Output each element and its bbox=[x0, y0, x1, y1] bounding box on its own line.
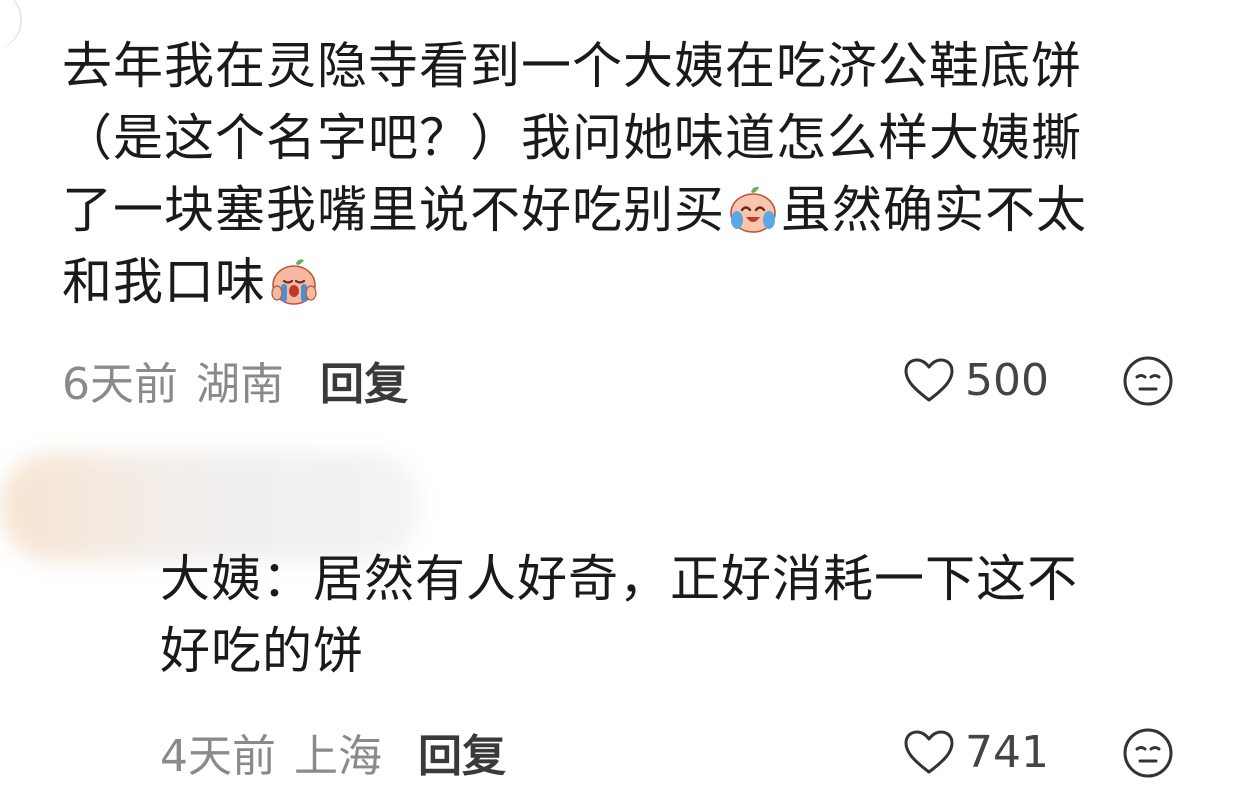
meh-face-icon[interactable] bbox=[1122, 355, 1174, 407]
comment-2-like-button[interactable]: 741 bbox=[903, 722, 1049, 782]
heart-outline-icon bbox=[904, 730, 954, 774]
comment-1-like-count: 500 bbox=[965, 354, 1049, 406]
comment-1-line-4: 和我口味 bbox=[62, 246, 1192, 318]
laughing-crying-emoji-icon bbox=[730, 186, 776, 233]
comment-2-meta: 4天前 上海 回复 bbox=[160, 722, 506, 782]
comment-1-line-3-b: 虽然确实不太 bbox=[781, 181, 1087, 239]
comment-2-line-1: 大姨：居然有人好奇，正好消耗一下这不 bbox=[160, 550, 1078, 608]
comment-1-line-3-a: 了一块塞我嘴里说不好吃别买 bbox=[62, 181, 725, 239]
crying-emoji-icon bbox=[271, 259, 317, 305]
meh-face-icon[interactable] bbox=[1122, 727, 1174, 779]
comment-2-reply-button[interactable]: 回复 bbox=[418, 720, 506, 784]
comment-1-reply-button[interactable]: 回复 bbox=[320, 348, 408, 412]
comment-1-time: 6天前 bbox=[62, 359, 178, 410]
comment-2-like-count: 741 bbox=[965, 726, 1049, 778]
comment-2-text: 大姨：居然有人好奇，正好消耗一下这不 好吃的饼 bbox=[160, 543, 1170, 687]
comment-1-text: 去年我在灵隐寺看到一个大姨在吃济公鞋底饼 （是这个名字吧？）我问她味道怎么样大姨… bbox=[62, 30, 1192, 318]
comment-1-line-2: （是这个名字吧？）我问她味道怎么样大姨撕 bbox=[62, 109, 1082, 167]
scroll-edge-decoration bbox=[0, 0, 22, 50]
comment-1-line-3: 了一块塞我嘴里说不好吃别买 虽然确实不太 bbox=[62, 174, 1192, 246]
comment-2-location: 上海 bbox=[294, 731, 382, 782]
comment-1-location: 湖南 bbox=[196, 359, 284, 410]
comment-1-line-4-a: 和我口味 bbox=[62, 253, 266, 311]
comment-1-meta: 6天前 湖南 回复 bbox=[62, 350, 408, 410]
comment-thread: 去年我在灵隐寺看到一个大姨在吃济公鞋底饼 （是这个名字吧？）我问她味道怎么样大姨… bbox=[0, 0, 1258, 808]
heart-outline-icon bbox=[904, 358, 954, 402]
comment-2-line-2: 好吃的饼 bbox=[160, 622, 364, 680]
comment-2-time: 4天前 bbox=[160, 731, 276, 782]
comment-1-like-button[interactable]: 500 bbox=[903, 350, 1049, 410]
comment-1-line-1: 去年我在灵隐寺看到一个大姨在吃济公鞋底饼 bbox=[62, 37, 1082, 95]
